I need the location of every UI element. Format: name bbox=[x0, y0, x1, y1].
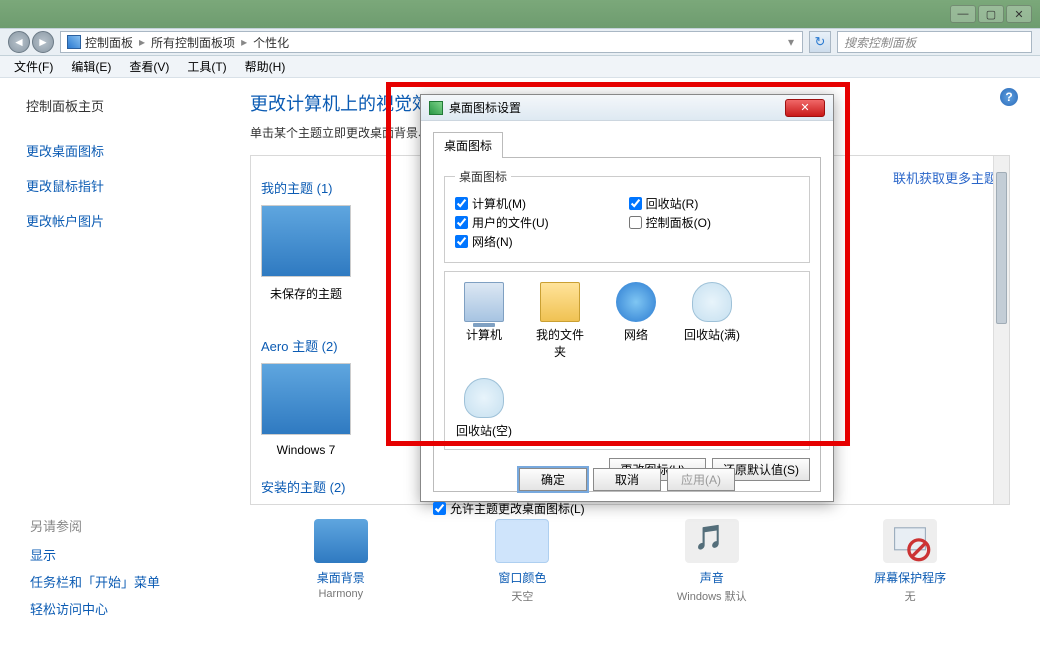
tab-panel: 桌面图标 计算机(M) 用户的文件(U) 网络(N) 回收站(R) 控制面板(O… bbox=[433, 157, 821, 492]
theme-thumbnail bbox=[261, 363, 351, 435]
scrollbar-thumb[interactable] bbox=[996, 172, 1007, 324]
crumb-0[interactable]: 控制面板 bbox=[85, 34, 133, 51]
address-bar[interactable]: 控制面板 ▸ 所有控制面板项 ▸ 个性化 ▾ bbox=[60, 31, 803, 53]
dropdown-icon[interactable]: ▾ bbox=[786, 35, 796, 49]
window-color-link[interactable]: 窗口颜色 天空 bbox=[495, 519, 549, 604]
sidebar-home[interactable]: 控制面板主页 bbox=[26, 96, 194, 115]
screensaver-link[interactable]: 屏幕保护程序 无 bbox=[874, 519, 946, 604]
icon-computer[interactable]: 计算机 bbox=[455, 282, 513, 360]
get-more-themes-link[interactable]: 联机获取更多主题 bbox=[893, 168, 997, 187]
sidebar-link-mouse[interactable]: 更改鼠标指针 bbox=[26, 176, 194, 195]
checkbox-allow-themes[interactable]: 允许主题更改桌面图标(L) bbox=[433, 500, 821, 517]
search-input[interactable]: 搜索控制面板 bbox=[837, 31, 1032, 53]
scrollbar[interactable] bbox=[993, 156, 1009, 504]
see-also-display[interactable]: 显示 bbox=[30, 545, 160, 564]
apply-button[interactable]: 应用(A) bbox=[667, 468, 735, 491]
dialog-title: 桌面图标设置 bbox=[449, 99, 521, 116]
desktop-icon-settings-dialog: 桌面图标设置 ✕ 桌面图标 桌面图标 计算机(M) 用户的文件(U) 网络(N)… bbox=[420, 94, 834, 502]
theme-item[interactable]: 未保存的主题 bbox=[261, 205, 351, 302]
menu-bar: 文件(F) 编辑(E) 查看(V) 工具(T) 帮助(H) bbox=[0, 56, 1040, 78]
ok-button[interactable]: 确定 bbox=[519, 468, 587, 491]
nav-bar: ◄ ► 控制面板 ▸ 所有控制面板项 ▸ 个性化 ▾ ↻ 搜索控制面板 bbox=[0, 28, 1040, 56]
close-button[interactable]: ✕ bbox=[1006, 5, 1032, 23]
checkbox-network[interactable]: 网络(N) bbox=[455, 233, 549, 250]
control-panel-icon bbox=[67, 35, 81, 49]
sounds-link[interactable]: 🎵 声音 Windows 默认 bbox=[677, 519, 747, 604]
minimize-button[interactable]: — bbox=[950, 5, 976, 23]
sidebar-link-account-pic[interactable]: 更改帐户图片 bbox=[26, 211, 194, 230]
checkbox-userfiles[interactable]: 用户的文件(U) bbox=[455, 214, 549, 231]
crumb-2[interactable]: 个性化 bbox=[253, 34, 289, 51]
forward-button[interactable]: ► bbox=[32, 31, 54, 53]
checkbox-controlpanel[interactable]: 控制面板(O) bbox=[629, 214, 711, 231]
tab-desktop-icons[interactable]: 桌面图标 bbox=[433, 132, 503, 158]
theme-name: 未保存的主题 bbox=[261, 285, 351, 302]
back-button[interactable]: ◄ bbox=[8, 31, 30, 53]
menu-file[interactable]: 文件(F) bbox=[14, 58, 53, 75]
see-also: 另请参阅 显示 任务栏和「开始」菜单 轻松访问中心 bbox=[30, 516, 160, 626]
desktop-icons-fieldset: 桌面图标 计算机(M) 用户的文件(U) 网络(N) 回收站(R) 控制面板(O… bbox=[444, 168, 810, 263]
desktop-background-link[interactable]: 桌面背景 Harmony bbox=[314, 519, 368, 604]
menu-edit[interactable]: 编辑(E) bbox=[71, 58, 111, 75]
menu-tools[interactable]: 工具(T) bbox=[187, 58, 226, 75]
screensaver-icon bbox=[883, 519, 937, 563]
icon-recycle-empty[interactable]: 回收站(空) bbox=[455, 378, 513, 439]
dialog-icon bbox=[429, 101, 443, 115]
crumb-1[interactable]: 所有控制面板项 bbox=[151, 34, 235, 51]
fieldset-legend: 桌面图标 bbox=[455, 168, 511, 185]
see-also-title: 另请参阅 bbox=[30, 516, 160, 535]
icon-myfolder[interactable]: 我的文件夹 bbox=[531, 282, 589, 360]
cancel-button[interactable]: 取消 bbox=[593, 468, 661, 491]
window-titlebar: — ▢ ✕ bbox=[0, 0, 1040, 28]
theme-item[interactable]: Windows 7 bbox=[261, 363, 351, 457]
sidebar-link-desktop-icons[interactable]: 更改桌面图标 bbox=[26, 141, 194, 160]
icon-recycle-full[interactable]: 回收站(满) bbox=[683, 282, 741, 360]
maximize-button[interactable]: ▢ bbox=[978, 5, 1004, 23]
refresh-button[interactable]: ↻ bbox=[809, 31, 831, 53]
bottom-row: 桌面背景 Harmony 窗口颜色 天空 🎵 声音 Windows 默认 屏幕保… bbox=[250, 519, 1010, 604]
dialog-close-button[interactable]: ✕ bbox=[785, 99, 825, 117]
theme-name: Windows 7 bbox=[261, 443, 351, 457]
see-also-ease[interactable]: 轻松访问中心 bbox=[30, 599, 160, 618]
menu-help[interactable]: 帮助(H) bbox=[245, 58, 286, 75]
theme-thumbnail bbox=[261, 205, 351, 277]
chevron-right-icon: ▸ bbox=[137, 35, 147, 49]
icon-network[interactable]: 网络 bbox=[607, 282, 665, 360]
icon-preview-grid: 计算机 我的文件夹 网络 回收站(满) 回收站(空) bbox=[444, 271, 810, 450]
chevron-right-icon: ▸ bbox=[239, 35, 249, 49]
dialog-titlebar[interactable]: 桌面图标设置 ✕ bbox=[421, 95, 833, 121]
see-also-taskbar[interactable]: 任务栏和「开始」菜单 bbox=[30, 572, 160, 591]
background-icon bbox=[314, 519, 368, 563]
menu-view[interactable]: 查看(V) bbox=[129, 58, 169, 75]
checkbox-recycle[interactable]: 回收站(R) bbox=[629, 195, 711, 212]
checkbox-computer[interactable]: 计算机(M) bbox=[455, 195, 549, 212]
